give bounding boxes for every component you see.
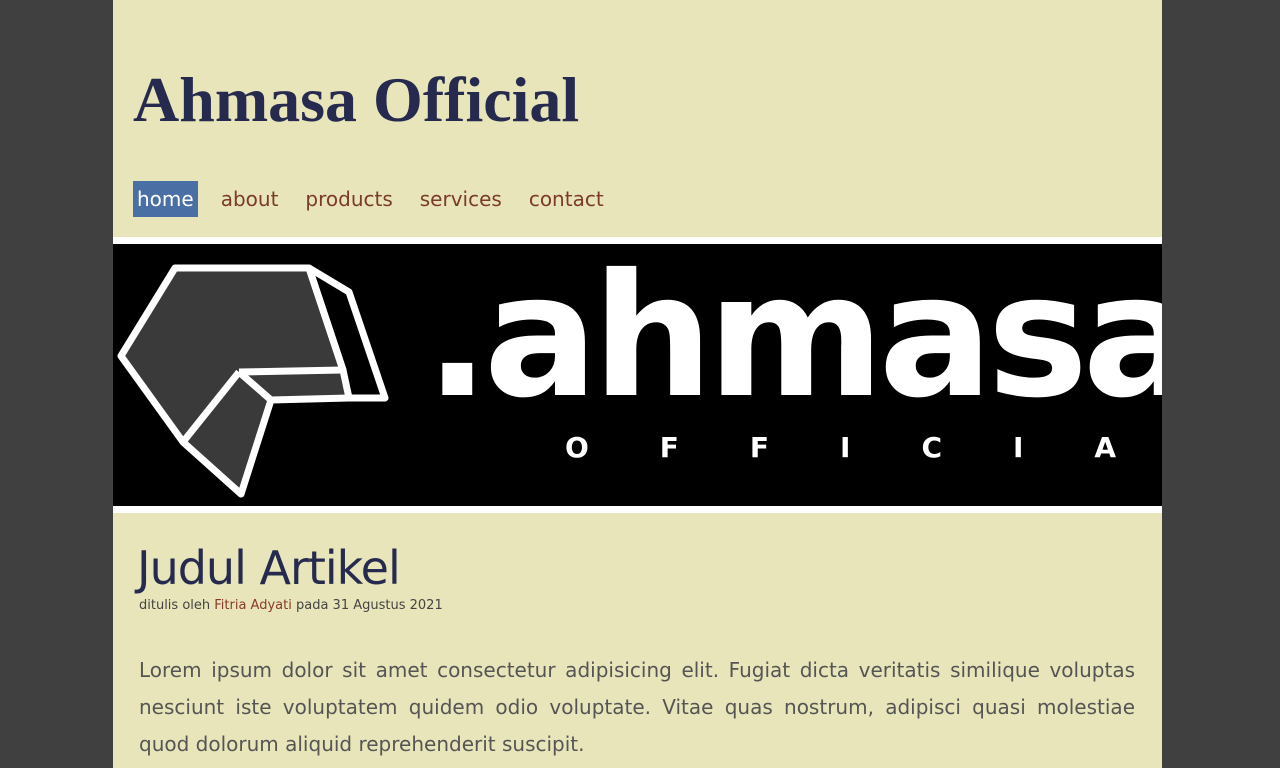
banner-subtitle-letter: A [1094, 431, 1117, 464]
nav-item-contact[interactable]: contact [525, 181, 608, 217]
nav-item-services[interactable]: services [416, 181, 506, 217]
byline-prefix: ditulis oleh [139, 598, 215, 613]
nav-item-about[interactable]: about [217, 181, 283, 217]
banner-subtitle-letter: O [565, 431, 589, 464]
article-byline: ditulis oleh Fitria Adyati pada 31 Agust… [139, 598, 1135, 614]
nav-item-home[interactable]: home [133, 181, 198, 217]
banner-subtitle-letter: F [659, 431, 679, 464]
banner-subtitle-letter: F [749, 431, 770, 464]
article: Judul Artikel ditulis oleh Fitria Adyati… [137, 540, 1135, 763]
byline-date: pada 31 Agustus 2021 [291, 598, 443, 613]
site-title: Ahmasa Official [133, 64, 580, 135]
box-arrow-logo-icon [117, 264, 389, 498]
banner-subtitle: O F F I C I A L [565, 432, 1162, 464]
banner-wordmark: .ahmasa? [425, 238, 1162, 436]
banner-subtitle-letter: I [1013, 431, 1024, 464]
banner-subtitle-letter: C [921, 431, 943, 464]
page-container: Ahmasa Official home about products serv… [113, 0, 1162, 768]
article-title: Judul Artikel [137, 541, 401, 595]
banner-subtitle-letter: I [840, 431, 851, 464]
main-nav: home about products services contact [133, 181, 627, 217]
nav-item-products[interactable]: products [301, 181, 396, 217]
article-body: Lorem ipsum dolor sit amet consectetur a… [139, 658, 1135, 756]
author-name: Fitria Adyati [214, 598, 292, 613]
